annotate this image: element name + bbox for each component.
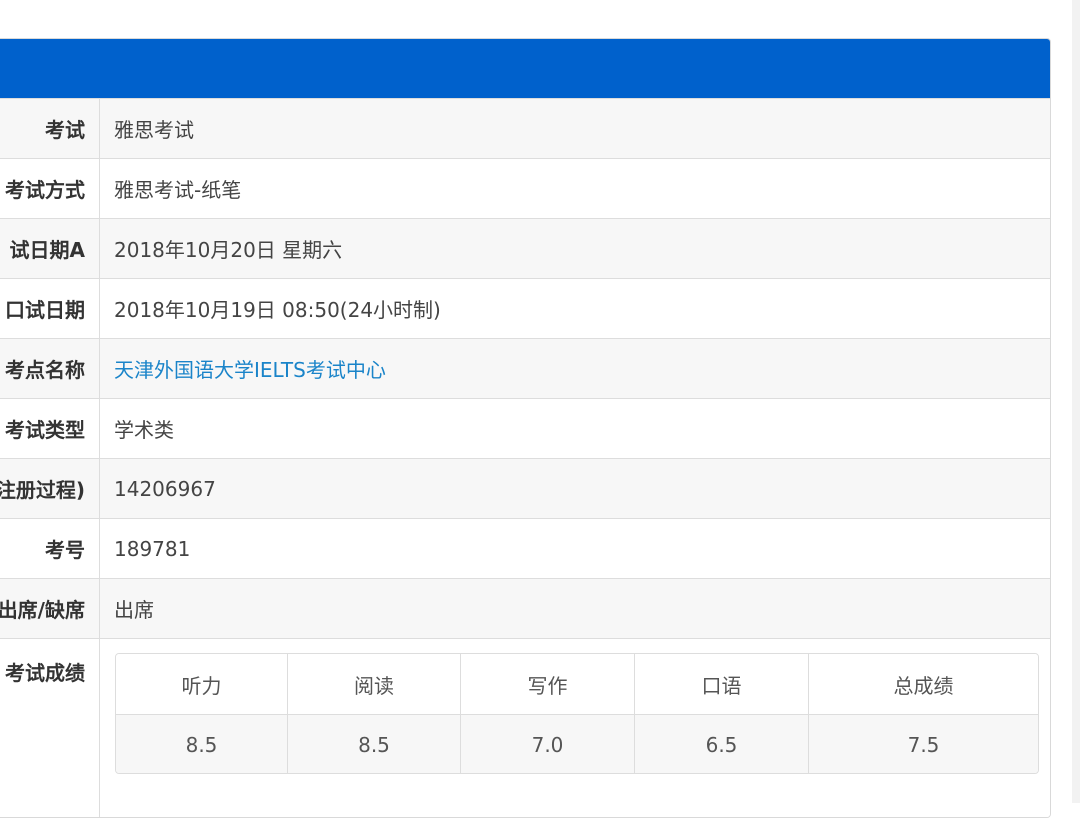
listening-header: 听力 (116, 654, 288, 714)
exam-method-value: 雅思考试-纸笔 (114, 178, 242, 202)
speaking-score: 6.5 (635, 715, 809, 773)
writing-score: 7.0 (461, 715, 635, 773)
reading-header: 阅读 (288, 654, 461, 714)
exam-label: 考试 (0, 99, 100, 158)
candidate-number-label: 考号 (0, 519, 100, 578)
exam-result-panel: 考试 雅思考试 考试方式 雅思考试-纸笔 试日期A 2018年10月20日 星期… (0, 38, 1051, 818)
panel-header-bar (0, 39, 1050, 98)
page-scrollbar[interactable] (1072, 0, 1080, 803)
exam-method-label: 考试方式 (0, 159, 100, 218)
reading-score: 8.5 (288, 715, 461, 773)
exam-info-table: 考试 雅思考试 考试方式 雅思考试-纸笔 试日期A 2018年10月20日 星期… (0, 98, 1050, 817)
speaking-date-value: 2018年10月19日 08:50(24小时制) (114, 298, 441, 322)
row-exam-method: 考试方式 雅思考试-纸笔 (0, 158, 1050, 218)
exam-date-label: 试日期A (0, 219, 100, 278)
row-attendance: 出席/缺席 出席 (0, 578, 1050, 638)
writing-header: 写作 (461, 654, 635, 714)
row-candidate-number: 考号 189781 (0, 518, 1050, 578)
score-values-row: 8.5 8.5 7.0 6.5 7.5 (116, 715, 1038, 773)
registration-label: 注册过程) (0, 459, 100, 518)
speaking-header: 口语 (635, 654, 809, 714)
test-center-label: 考点名称 (0, 339, 100, 398)
attendance-value: 出席 (114, 598, 154, 622)
row-scores: 考试成绩 听力 阅读 写作 口语 总成绩 8.5 8.5 7.0 6.5 7.5 (0, 638, 1050, 817)
registration-value: 14206967 (114, 476, 216, 501)
score-header-row: 听力 阅读 写作 口语 总成绩 (116, 654, 1038, 715)
exam-value: 雅思考试 (114, 118, 194, 142)
scores-label: 考试成绩 (0, 639, 100, 817)
listening-score: 8.5 (116, 715, 288, 773)
speaking-date-label: 口试日期 (0, 279, 100, 338)
test-center-link[interactable]: 天津外国语大学IELTS考试中心 (114, 339, 386, 398)
row-speaking-date: 口试日期 2018年10月19日 08:50(24小时制) (0, 278, 1050, 338)
overall-score: 7.5 (907, 733, 940, 757)
exam-type-label: 考试类型 (0, 399, 100, 458)
row-test-center: 考点名称 天津外国语大学IELTS考试中心 (0, 338, 1050, 398)
exam-type-value: 学术类 (114, 418, 174, 442)
row-registration: 注册过程) 14206967 (0, 458, 1050, 518)
attendance-label: 出席/缺席 (0, 579, 100, 638)
overall-header: 总成绩 (893, 673, 954, 698)
row-exam-date: 试日期A 2018年10月20日 星期六 (0, 218, 1050, 278)
score-table: 听力 阅读 写作 口语 总成绩 8.5 8.5 7.0 6.5 7.5 (115, 653, 1039, 774)
exam-date-value: 2018年10月20日 星期六 (114, 238, 343, 262)
candidate-number-value: 189781 (114, 536, 191, 561)
row-exam: 考试 雅思考试 (0, 98, 1050, 158)
row-exam-type: 考试类型 学术类 (0, 398, 1050, 458)
